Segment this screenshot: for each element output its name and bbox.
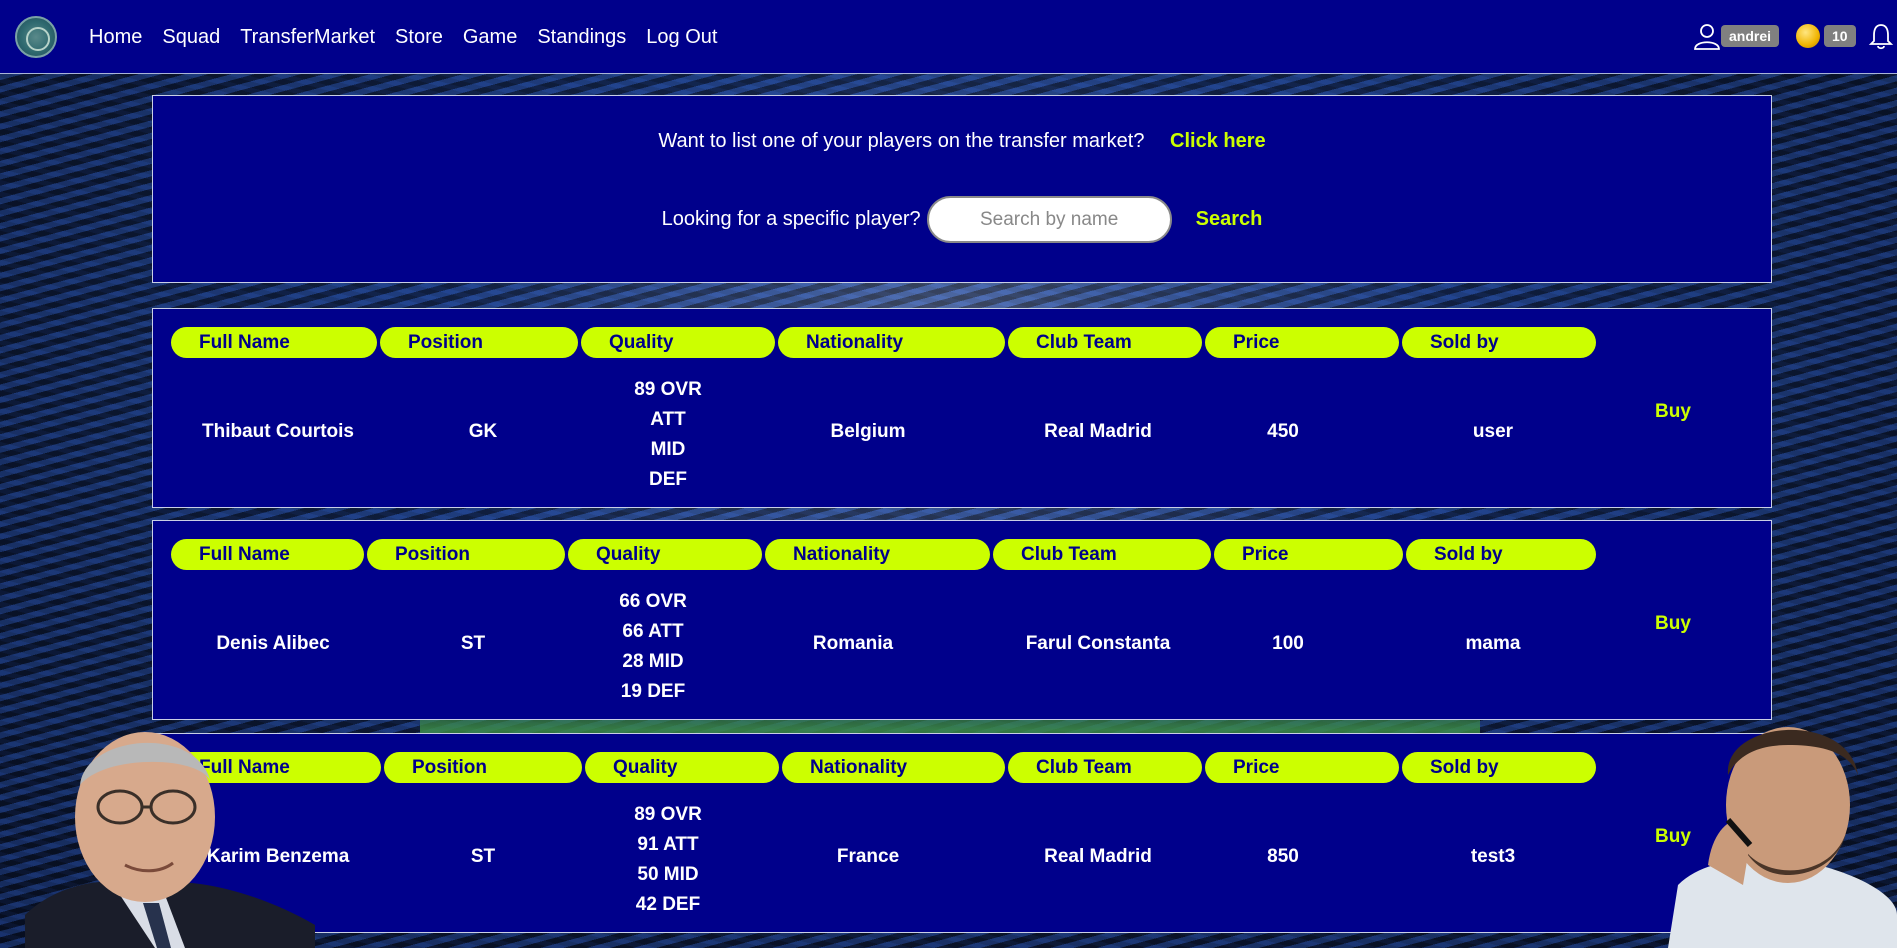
player-club: Real Madrid [1044,421,1152,442]
person-right-image [1668,727,1897,948]
quality-def: DEF [649,469,687,490]
search-question: Looking for a specific player? [661,208,921,230]
search-row: Looking for a specific player? Search [153,196,1771,243]
nav-transfermarket[interactable]: TransferMarket [240,24,375,50]
player-club: Farul Constanta [1025,633,1171,654]
quality-att: ATT [650,409,686,430]
player-card: Full Name Position Quality Nationality C… [152,520,1772,720]
header-nationality: Nationality [778,327,1005,358]
nav-logout[interactable]: Log Out [646,24,717,50]
header-quality: Quality [581,327,775,358]
player-position: GK [468,421,498,442]
quality-mid: 28 MID [622,651,684,672]
user-icon[interactable] [1693,22,1721,50]
player-club: Real Madrid [1044,846,1152,867]
player-seller: user [1472,421,1514,442]
bell-icon[interactable] [1868,22,1894,50]
player-nationality: Belgium [830,421,906,442]
market-actions-panel: Want to list one of your players on the … [152,95,1772,283]
header-club-team: Club Team [1008,752,1202,783]
header-sold-by: Sold by [1406,539,1596,570]
quality-att: 66 ATT [622,621,684,642]
header-full-name: Full Name [171,539,364,570]
coin-icon [1796,24,1820,48]
player-card: Full Name Position Quality Nationality C… [152,308,1772,508]
buy-button[interactable]: Buy [1655,613,1691,635]
app-logo[interactable] [15,16,57,58]
quality-ovr: 89 OVR [634,804,702,825]
nav-squad[interactable]: Squad [162,24,220,50]
player-quality: 89 OVR 91 ATT 50 MID 42 DEF [608,800,728,920]
person-left-image [25,732,315,948]
nav-home[interactable]: Home [89,24,142,50]
player-position: ST [470,846,496,867]
header-nationality: Nationality [782,752,1005,783]
header-quality: Quality [585,752,779,783]
quality-def: 19 DEF [620,681,686,702]
header-price: Price [1205,752,1399,783]
header-sold-by: Sold by [1402,752,1596,783]
quality-mid: 50 MID [637,864,699,885]
player-price: 100 [1272,633,1304,654]
header-full-name: Full Name [171,327,377,358]
header-position: Position [380,327,578,358]
search-input[interactable] [926,196,1172,243]
header-position: Position [384,752,582,783]
quality-def: 42 DEF [635,894,701,915]
player-price: 450 [1267,421,1299,442]
player-quality: 89 OVR ATT MID DEF [613,375,723,495]
header-position: Position [367,539,565,570]
player-position: ST [460,633,486,654]
header-price: Price [1214,539,1403,570]
search-button[interactable]: Search [1196,208,1263,231]
player-seller: test3 [1470,846,1516,867]
header-sold-by: Sold by [1402,327,1596,358]
list-player-row: Want to list one of your players on the … [153,130,1771,153]
player-nationality: Romania [812,633,894,654]
header-price: Price [1205,327,1399,358]
player-name: Denis Alibec [216,633,330,654]
header-nationality: Nationality [765,539,990,570]
player-seller: mama [1465,633,1521,654]
list-player-link[interactable]: Click here [1170,130,1266,152]
player-quality: 66 OVR 66 ATT 28 MID 19 DEF [593,587,713,707]
nav-game[interactable]: Game [463,24,517,50]
nav-store[interactable]: Store [395,24,443,50]
navbar: Home Squad TransferMarket Store Game Sta… [0,0,1897,74]
quality-mid: MID [650,439,686,460]
player-card: Full Name Position Quality Nationality C… [152,733,1772,933]
buy-button[interactable]: Buy [1655,401,1691,423]
username-badge[interactable]: andrei [1721,25,1780,47]
header-club-team: Club Team [1008,327,1202,358]
player-nationality: France [836,846,900,867]
player-price: 850 [1267,846,1299,867]
player-name: Thibaut Courtois [202,421,354,442]
quality-att: 91 ATT [637,834,699,855]
list-player-question: Want to list one of your players on the … [658,130,1145,152]
header-quality: Quality [568,539,762,570]
nav-standings[interactable]: Standings [537,24,626,50]
quality-ovr: 66 OVR [619,591,687,612]
nav-links: Home Squad TransferMarket Store Game Sta… [89,24,737,50]
quality-ovr: 89 OVR [634,379,702,400]
coins-badge: 10 [1824,25,1856,47]
header-club-team: Club Team [993,539,1211,570]
